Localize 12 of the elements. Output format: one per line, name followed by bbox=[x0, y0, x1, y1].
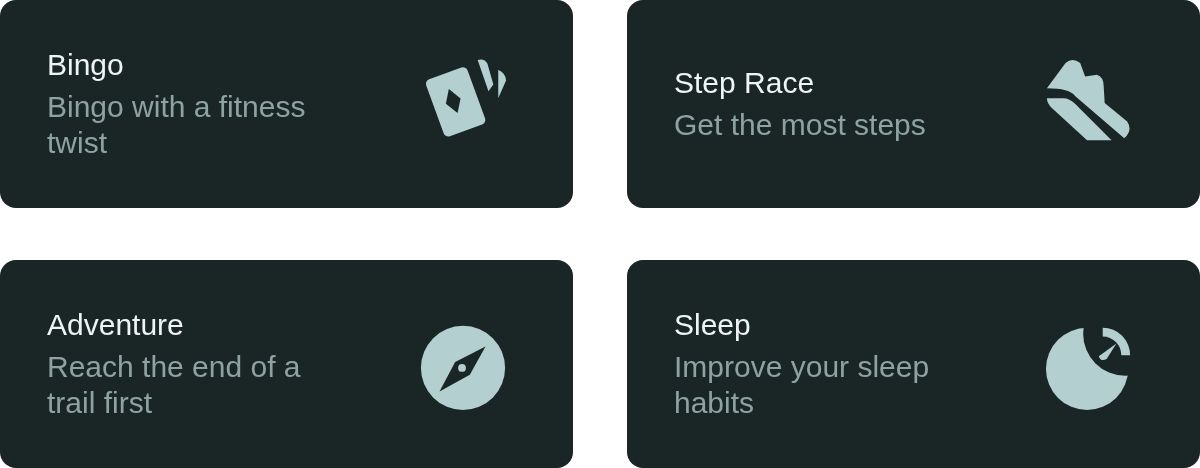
card-title: Step Race bbox=[674, 65, 816, 101]
card-title: Adventure bbox=[47, 307, 185, 343]
game-card[interactable]: Step Race Get the most steps bbox=[627, 0, 1200, 208]
card-description: Improve your sleep habits bbox=[674, 349, 931, 421]
card-title: Bingo bbox=[47, 47, 125, 83]
game-card[interactable]: Bingo Bingo with a fitness twist bbox=[0, 0, 573, 208]
card-description: Reach the end of a trail first bbox=[47, 349, 302, 421]
game-card[interactable]: Sleep Improve your sleep habits bbox=[627, 260, 1200, 468]
card-description: Get the most steps bbox=[674, 107, 927, 143]
game-card[interactable]: Adventure Reach the end of a trail first bbox=[0, 260, 573, 468]
card-description: Bingo with a fitness twist bbox=[47, 89, 307, 161]
card-title: Sleep bbox=[674, 307, 752, 343]
